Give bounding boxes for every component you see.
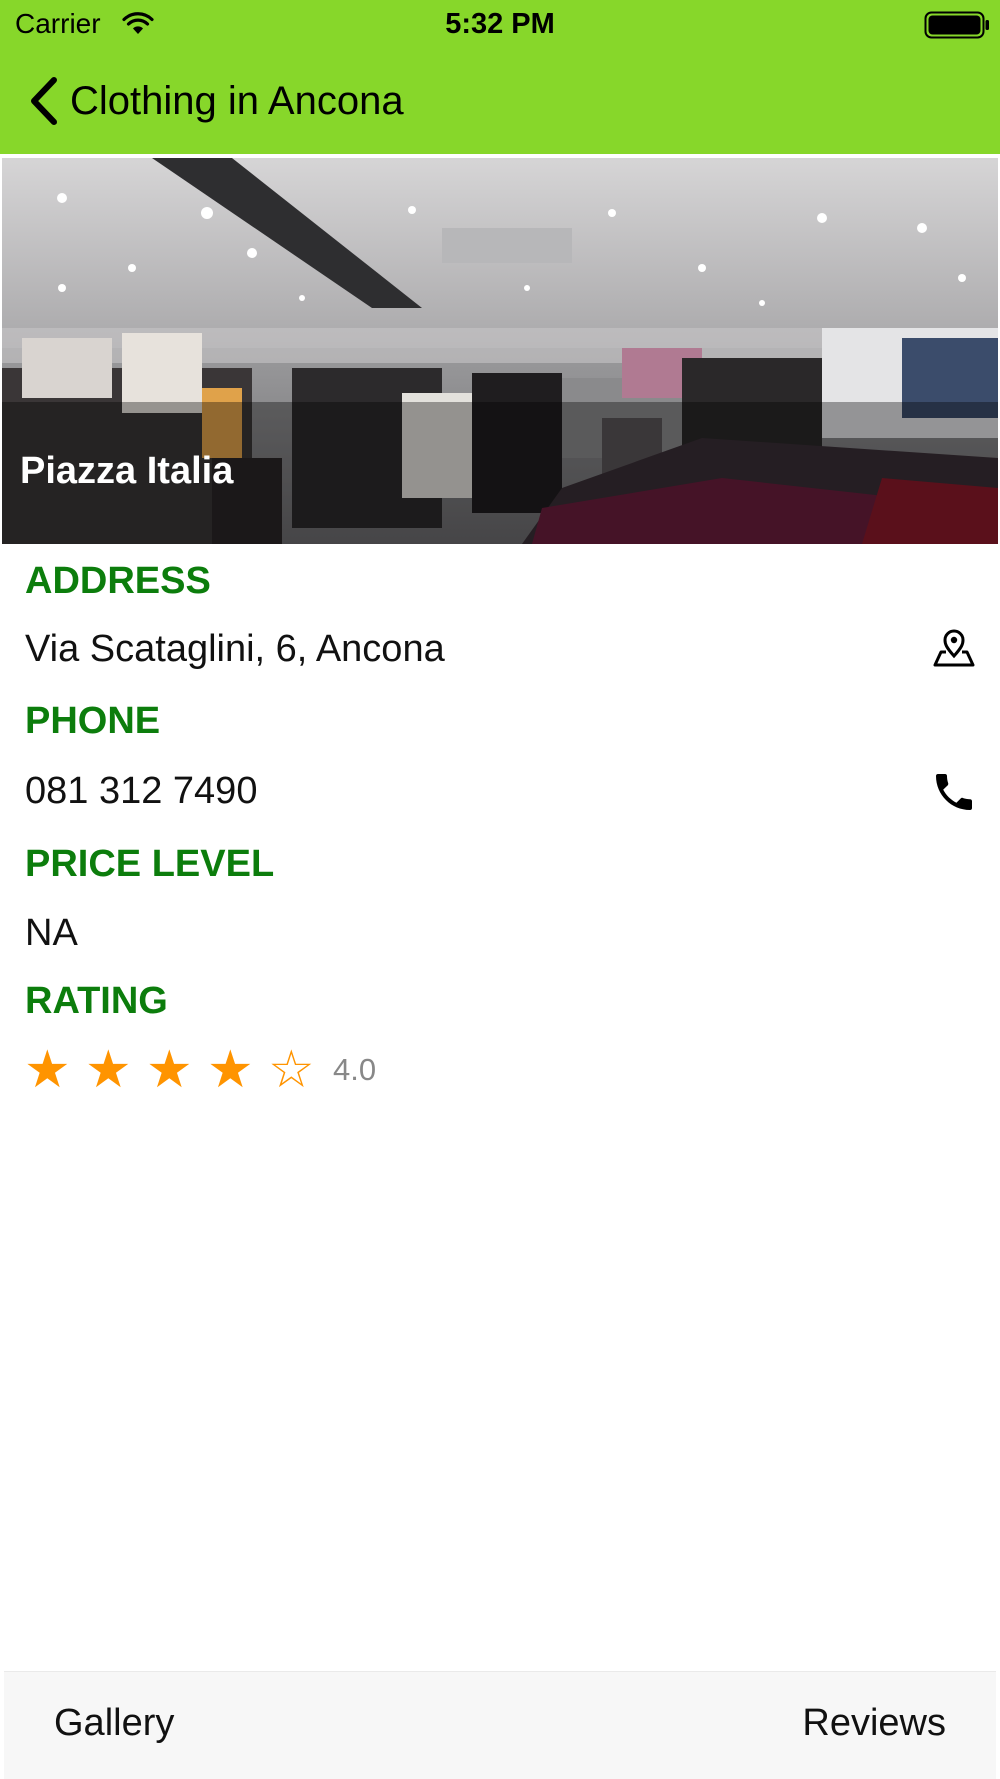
price-level-value: NA <box>25 912 78 954</box>
star-empty-icon: ☆ <box>268 1040 315 1100</box>
star-filled-icon: ★ <box>207 1041 254 1099</box>
bottom-toolbar: Gallery Reviews <box>4 1671 996 1779</box>
status-time: 5:32 PM <box>445 8 555 40</box>
back-button[interactable]: Clothing in Ancona <box>26 72 404 130</box>
phone-value: 081 312 7490 <box>25 770 258 812</box>
place-photo: Piazza Italia <box>2 158 998 544</box>
phone-label: PHONE <box>25 700 161 742</box>
rating-stars: ★ ★ ★ ★ ☆ 4.0 <box>24 1044 376 1096</box>
star-filled-icon: ★ <box>146 1041 193 1099</box>
rating-value: 4.0 <box>333 1052 377 1087</box>
reviews-button[interactable]: Reviews <box>802 1702 946 1745</box>
battery-icon <box>924 11 989 39</box>
star-filled-icon: ★ <box>85 1041 132 1099</box>
star-filled-icon: ★ <box>24 1041 71 1099</box>
rating-label: RATING <box>25 980 168 1022</box>
map-pin-icon[interactable] <box>932 628 976 668</box>
place-name: Piazza Italia <box>20 450 234 492</box>
address-value: Via Scataglini, 6, Ancona <box>25 628 445 670</box>
nav-title: Clothing in Ancona <box>70 78 404 123</box>
price-level-label: PRICE LEVEL <box>25 843 275 885</box>
navigation-header: Carrier 5:32 PM Clothing in Ancona <box>0 0 1000 154</box>
status-bar: Carrier 5:32 PM <box>0 0 1000 50</box>
phone-icon[interactable] <box>930 768 978 816</box>
chevron-left-icon <box>31 77 57 125</box>
address-label: ADDRESS <box>25 560 211 602</box>
gallery-button[interactable]: Gallery <box>54 1702 174 1745</box>
